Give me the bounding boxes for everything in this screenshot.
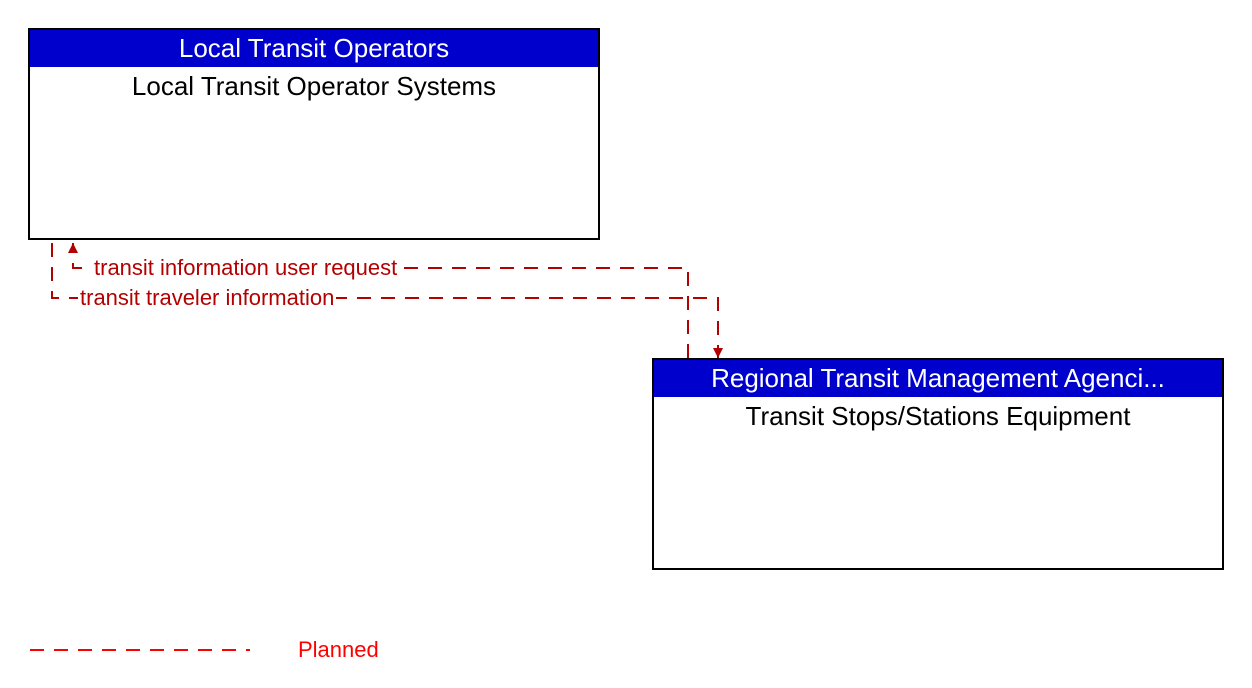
box-local-transit-operators: Local Transit Operators Local Transit Op…	[28, 28, 600, 240]
flow-label-info: transit traveler information	[78, 285, 336, 311]
legend-label-planned: Planned	[298, 637, 379, 663]
box-header-local-transit-operators: Local Transit Operators	[30, 30, 598, 67]
box-header-regional-transit-management: Regional Transit Management Agenci...	[654, 360, 1222, 397]
box-body-local-transit-operator-systems: Local Transit Operator Systems	[30, 67, 598, 106]
box-regional-transit-management: Regional Transit Management Agenci... Tr…	[652, 358, 1224, 570]
box-body-transit-stops-stations-equipment: Transit Stops/Stations Equipment	[654, 397, 1222, 436]
flow-label-request: transit information user request	[92, 255, 399, 281]
